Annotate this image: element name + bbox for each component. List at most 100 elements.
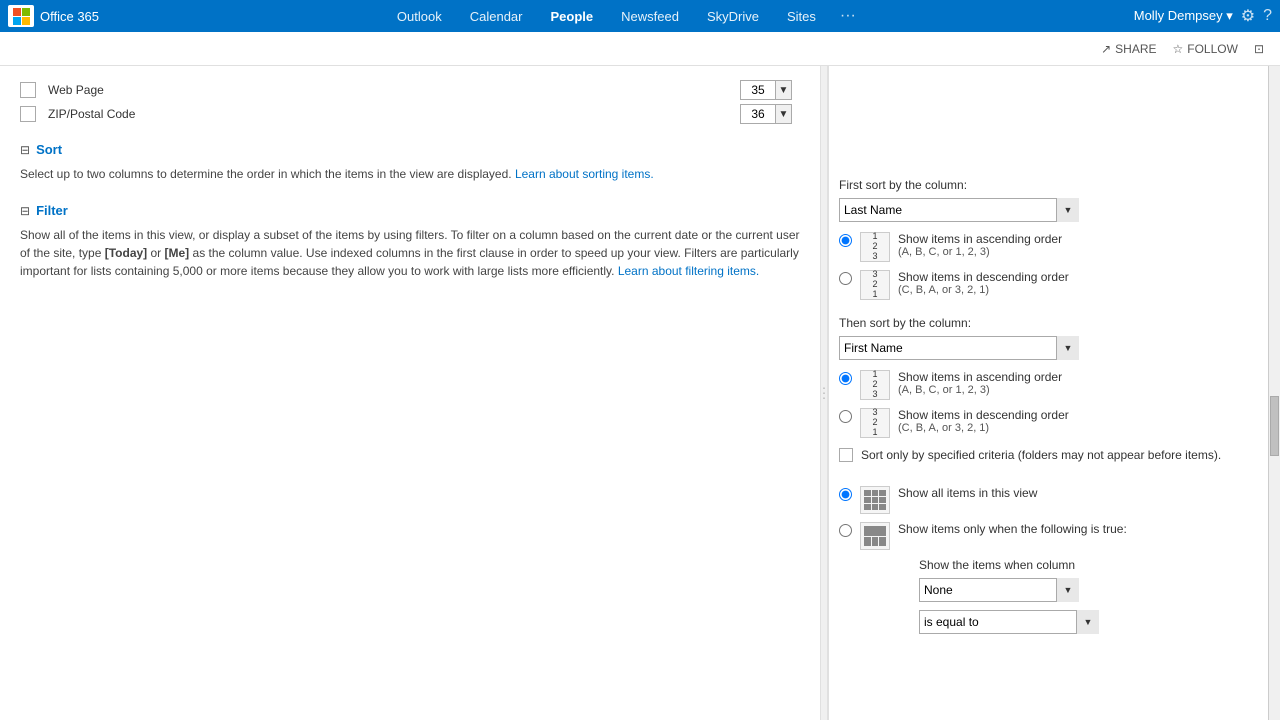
sort-toggle-button[interactable]: Sort bbox=[36, 142, 62, 157]
show-when-label: Show items only when the following is tr… bbox=[898, 522, 1127, 536]
sort-section-header: ⊟ Sort bbox=[20, 142, 800, 157]
settings-icon[interactable]: ⚙ bbox=[1241, 6, 1255, 26]
show-items-when-area: Show the items when column None First Na… bbox=[919, 558, 1248, 634]
sort-description: Select up to two columns to determine th… bbox=[20, 165, 800, 183]
second-sort-select[interactable]: First Name Last Name Company bbox=[839, 336, 1079, 360]
first-sort-select-container: Last Name First Name Company Title bbox=[839, 198, 1079, 222]
second-descending-radio[interactable] bbox=[839, 410, 852, 423]
filter-operator-row: is equal to is not equal to begins with … bbox=[919, 610, 1248, 634]
second-descending-icon: 3 2 1 bbox=[860, 408, 890, 438]
filter-column-row: None First Name Last Name Company bbox=[919, 578, 1248, 602]
second-descending-label: Show items in descending order bbox=[898, 408, 1069, 422]
zip-postal-checkbox[interactable] bbox=[20, 106, 36, 122]
first-descending-label: Show items in descending order bbox=[898, 270, 1069, 284]
show-all-icon bbox=[860, 486, 890, 514]
nav-right: Molly Dempsey ▾ ⚙ ? bbox=[1134, 6, 1272, 26]
follow-label: FOLLOW bbox=[1187, 42, 1238, 56]
show-all-label: Show all items in this view bbox=[898, 486, 1037, 500]
nav-link-skydrive[interactable]: SkyDrive bbox=[703, 9, 763, 24]
user-name[interactable]: Molly Dempsey ▾ bbox=[1134, 8, 1233, 24]
first-ascending-option: 1 2 3 Show items in ascending order (A, … bbox=[839, 232, 1248, 262]
first-descending-radio[interactable] bbox=[839, 272, 852, 285]
second-sort-select-wrapper: First Name Last Name Company bbox=[839, 336, 1248, 360]
second-descending-option: 3 2 1 Show items in descending order (C,… bbox=[839, 408, 1248, 438]
office-logo-text: Office 365 bbox=[40, 9, 99, 24]
nav-link-calendar[interactable]: Calendar bbox=[466, 9, 527, 24]
table-row: ZIP/Postal Code ▼ bbox=[20, 102, 800, 126]
top-nav: Office 365 Outlook Calendar People Newsf… bbox=[0, 0, 1280, 32]
second-ascending-text: Show items in ascending order (A, B, C, … bbox=[898, 370, 1062, 396]
first-sort-select-wrapper: Last Name First Name Company Title bbox=[839, 198, 1248, 222]
second-ascending-icon: 1 2 3 bbox=[860, 370, 890, 400]
show-all-option: Show all items in this view bbox=[839, 486, 1248, 514]
filter-learn-more-link[interactable]: Learn about filtering items. bbox=[618, 264, 759, 278]
filter-toggle-icon[interactable]: ⊟ bbox=[20, 204, 30, 218]
web-page-order-input[interactable] bbox=[740, 80, 776, 100]
nav-link-people[interactable]: People bbox=[547, 9, 598, 24]
second-desc-icon-visual: 3 2 1 bbox=[872, 408, 877, 438]
first-ascending-text: Show items in ascending order (A, B, C, … bbox=[898, 232, 1062, 258]
nav-link-sites[interactable]: Sites bbox=[783, 9, 820, 24]
web-page-order-btn[interactable]: ▼ bbox=[776, 80, 792, 100]
sort-criteria-row: Sort only by specified criteria (folders… bbox=[839, 448, 1248, 462]
second-ascending-sub: (A, B, C, or 1, 2, 3) bbox=[898, 384, 1062, 396]
nav-more-button[interactable]: ··· bbox=[840, 7, 856, 25]
web-page-checkbox[interactable] bbox=[20, 82, 36, 98]
filter-description: Show all of the items in this view, or d… bbox=[20, 226, 800, 280]
zip-postal-order-input[interactable] bbox=[740, 104, 776, 124]
share-label: SHARE bbox=[1115, 42, 1156, 56]
filter-or-text: or bbox=[147, 246, 164, 260]
sort-desc-text: Select up to two columns to determine th… bbox=[20, 167, 512, 181]
help-icon[interactable]: ? bbox=[1263, 7, 1272, 25]
second-ascending-option: 1 2 3 Show items in ascending order (A, … bbox=[839, 370, 1248, 400]
second-descending-sub: (C, B, A, or 3, 2, 1) bbox=[898, 422, 1069, 434]
ascending-icon: 1 2 3 bbox=[860, 232, 890, 262]
share-button[interactable]: ↗ SHARE bbox=[1101, 42, 1156, 56]
right-panel: First sort by the column: Last Name Firs… bbox=[828, 66, 1268, 720]
desc-icon-visual: 3 2 1 bbox=[872, 270, 877, 300]
follow-button[interactable]: ☆ FOLLOW bbox=[1173, 42, 1238, 56]
zip-postal-order-btn[interactable]: ▼ bbox=[776, 104, 792, 124]
sort-learn-more-link[interactable]: Learn about sorting items. bbox=[515, 167, 654, 181]
office-logo[interactable]: Office 365 bbox=[8, 5, 99, 27]
web-page-name: Web Page bbox=[48, 83, 728, 97]
filter-me-text: [Me] bbox=[165, 246, 190, 260]
columns-table: Web Page ▼ ZIP/Postal Code ▼ bbox=[20, 78, 800, 126]
zip-postal-name: ZIP/Postal Code bbox=[48, 107, 728, 121]
filter-toggle-button[interactable]: Filter bbox=[36, 203, 68, 218]
first-ascending-radio[interactable] bbox=[839, 234, 852, 247]
share-icon: ↗ bbox=[1101, 42, 1111, 56]
office-icon bbox=[8, 5, 34, 27]
follow-icon: ☆ bbox=[1173, 42, 1184, 56]
table-row: Web Page ▼ bbox=[20, 78, 800, 102]
scrollbar-thumb[interactable] bbox=[1270, 396, 1279, 456]
descending-icon: 3 2 1 bbox=[860, 270, 890, 300]
filter-column-select-wrapper: None First Name Last Name Company bbox=[919, 578, 1079, 602]
sort-toggle-icon[interactable]: ⊟ bbox=[20, 143, 30, 157]
filter-operator-select[interactable]: is equal to is not equal to begins with … bbox=[919, 610, 1099, 634]
panel-splitter[interactable] bbox=[820, 66, 828, 720]
show-when-radio[interactable] bbox=[839, 524, 852, 537]
show-all-radio[interactable] bbox=[839, 488, 852, 501]
options-button[interactable]: ⊡ bbox=[1254, 42, 1264, 56]
options-icon: ⊡ bbox=[1254, 42, 1264, 56]
second-sort-label: Then sort by the column: bbox=[839, 316, 1248, 330]
nav-link-newsfeed[interactable]: Newsfeed bbox=[617, 9, 683, 24]
second-sort-select-container: First Name Last Name Company bbox=[839, 336, 1079, 360]
filter-section-header: ⊟ Filter bbox=[20, 203, 800, 218]
sort-criteria-label: Sort only by specified criteria (folders… bbox=[861, 448, 1221, 462]
left-panel: Web Page ▼ ZIP/Postal Code ▼ bbox=[0, 66, 820, 720]
filter-operator-select-wrapper: is equal to is not equal to begins with … bbox=[919, 610, 1099, 634]
nav-link-outlook[interactable]: Outlook bbox=[393, 9, 446, 24]
filter-right-area: Show all items in this view Show items o… bbox=[839, 486, 1248, 634]
sort-criteria-checkbox[interactable] bbox=[839, 448, 853, 462]
second-ascending-radio[interactable] bbox=[839, 372, 852, 385]
sort-right-panel: First sort by the column: Last Name Firs… bbox=[839, 178, 1248, 634]
first-sort-select[interactable]: Last Name First Name Company Title bbox=[839, 198, 1079, 222]
content-wrapper: Web Page ▼ ZIP/Postal Code ▼ bbox=[0, 66, 1280, 720]
filter-column-select[interactable]: None First Name Last Name Company bbox=[919, 578, 1079, 602]
right-scrollbar bbox=[1268, 66, 1280, 720]
first-sort-label: First sort by the column: bbox=[839, 178, 1248, 192]
filter-today-text: [Today] bbox=[105, 246, 147, 260]
scrollbar-thumb-area bbox=[1269, 66, 1280, 720]
